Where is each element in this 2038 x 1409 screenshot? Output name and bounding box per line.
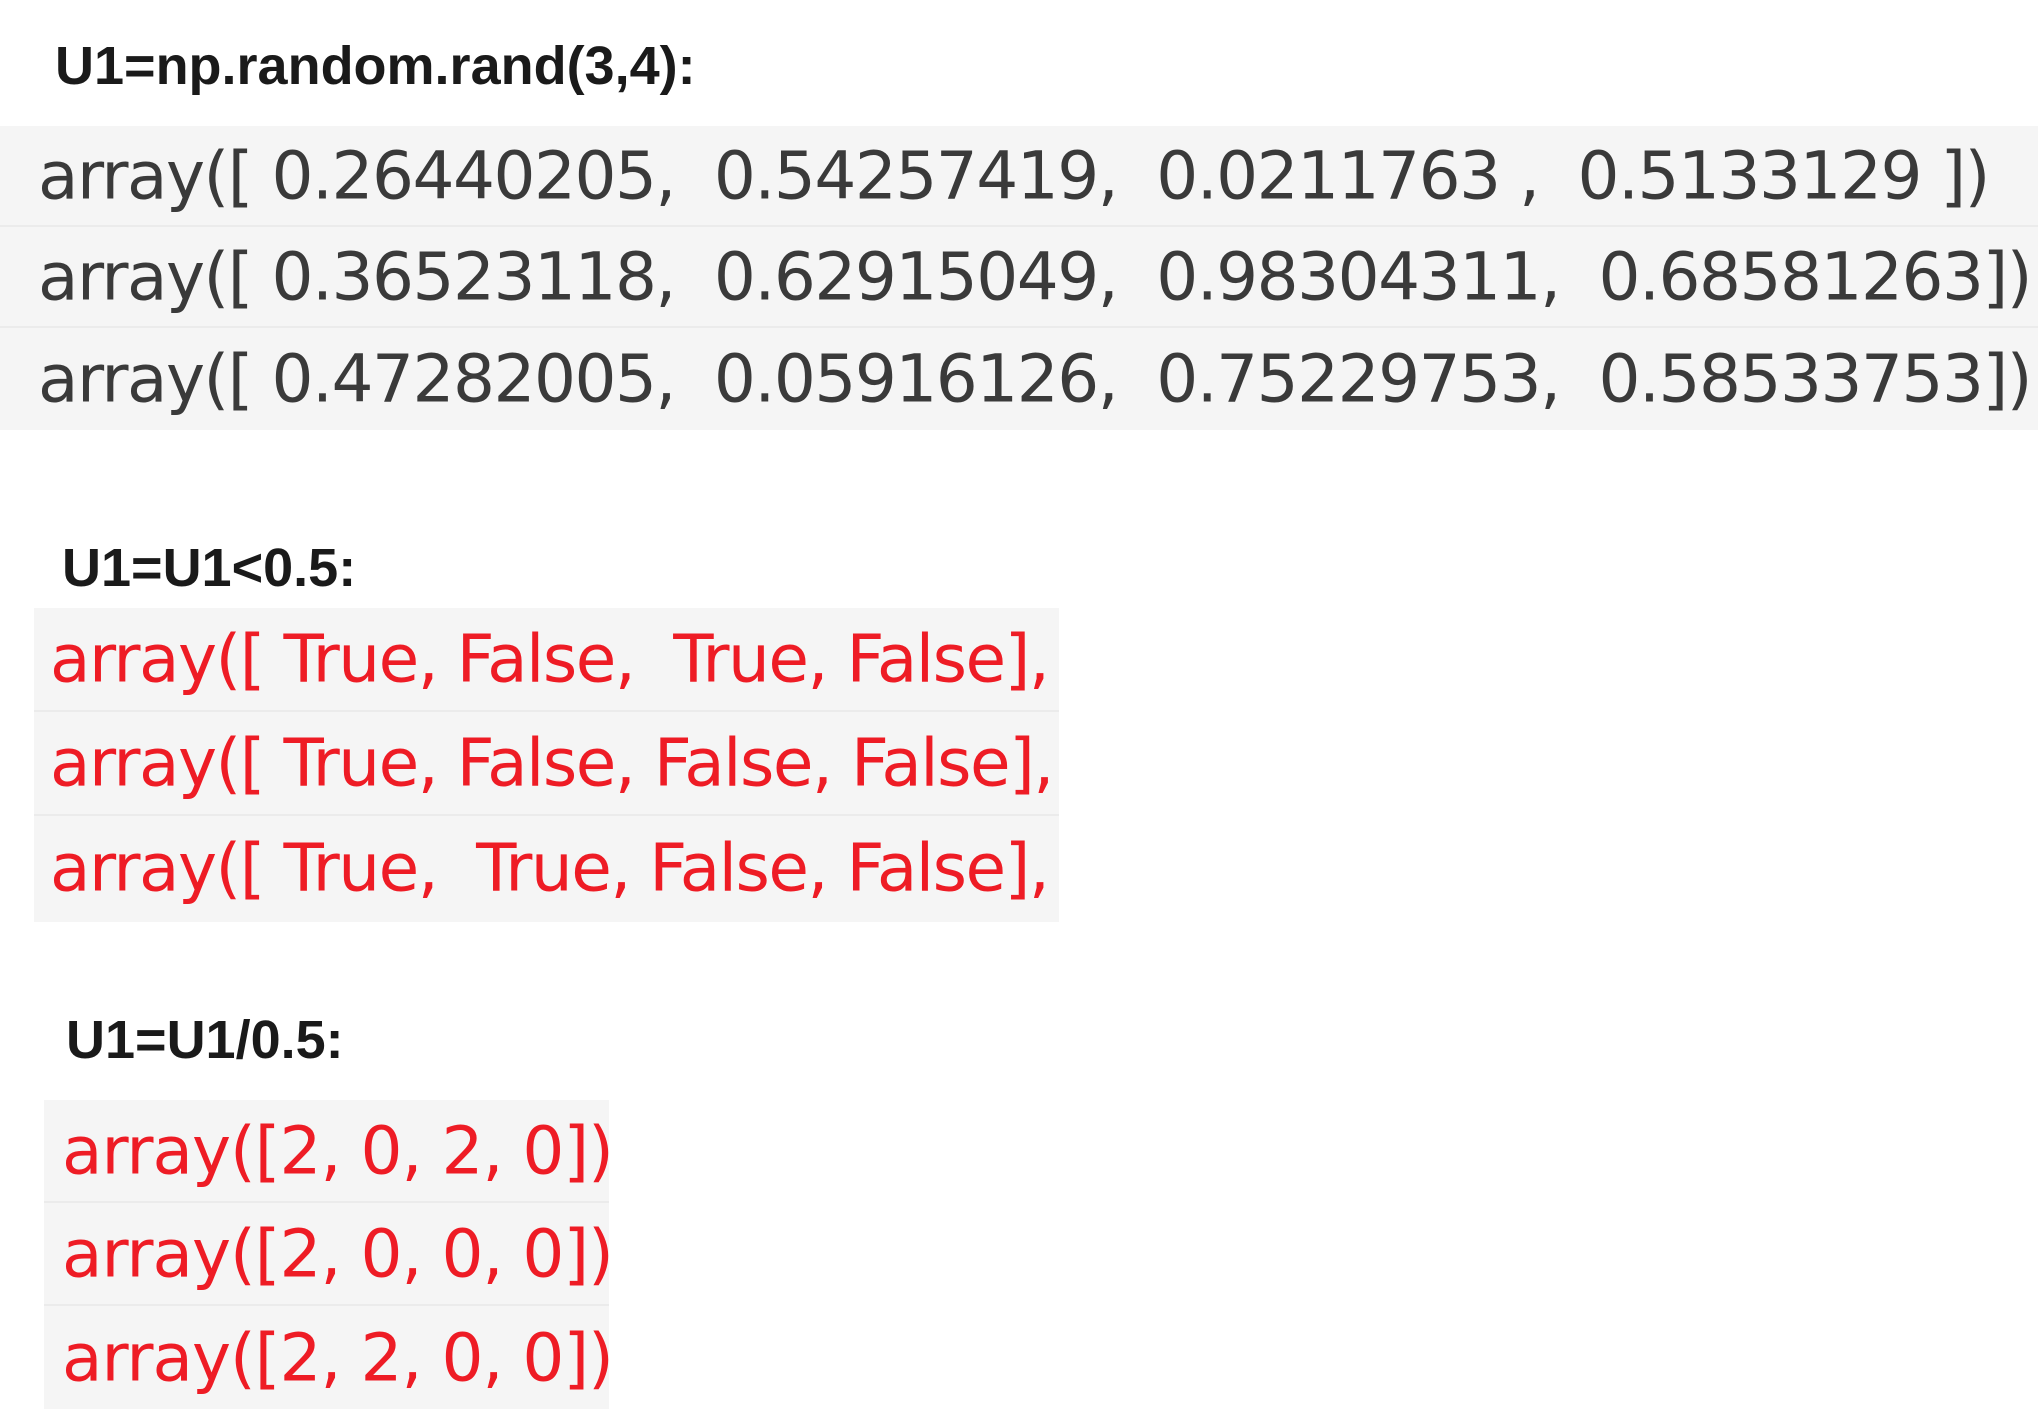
output-row-text: array([2, 0, 0, 0]): [62, 1215, 609, 1292]
output-row: array([ True, True, False, False],: [34, 816, 1059, 920]
output-row: array([ 0.36523118, 0.62915049, 0.983043…: [0, 227, 2038, 328]
output-row-text: array([ 0.36523118, 0.62915049, 0.983043…: [38, 238, 2032, 315]
output-row: array([2, 2, 0, 0]): [44, 1306, 609, 1409]
output-row: array([ 0.26440205, 0.54257419, 0.021176…: [0, 126, 2038, 227]
output-row-text: array([ 0.26440205, 0.54257419, 0.021176…: [38, 137, 1990, 214]
output-row-text: array([ True, False, False, False],: [50, 724, 1054, 802]
output-row-text: array([ 0.47282005, 0.05916126, 0.752297…: [38, 340, 2032, 417]
output-row: array([ True, False, True, False],: [34, 608, 1059, 712]
output-row: array([ True, False, False, False],: [34, 712, 1059, 816]
output-row-text: array([ True, False, True, False],: [50, 620, 1050, 698]
output-row-text: array([2, 2, 0, 0]): [62, 1319, 609, 1396]
output-row-text: array([2, 0, 2, 0]): [62, 1112, 609, 1189]
scale-output-block: array([2, 0, 2, 0]) array([2, 0, 0, 0]) …: [44, 1100, 609, 1409]
output-row: array([2, 0, 0, 0]): [44, 1203, 609, 1306]
mask-output-block: array([ True, False, True, False], array…: [34, 608, 1059, 922]
output-row: array([ 0.47282005, 0.05916126, 0.752297…: [0, 328, 2038, 429]
rand-output-block: array([ 0.26440205, 0.54257419, 0.021176…: [0, 126, 2038, 430]
rand-heading: U1=np.random.rand(3,4):: [55, 36, 696, 96]
output-row: array([2, 0, 2, 0]): [44, 1100, 609, 1203]
mask-heading: U1=U1<0.5:: [62, 538, 357, 598]
output-row-text: array([ True, True, False, False],: [50, 829, 1050, 907]
scale-heading: U1=U1/0.5:: [66, 1010, 344, 1070]
